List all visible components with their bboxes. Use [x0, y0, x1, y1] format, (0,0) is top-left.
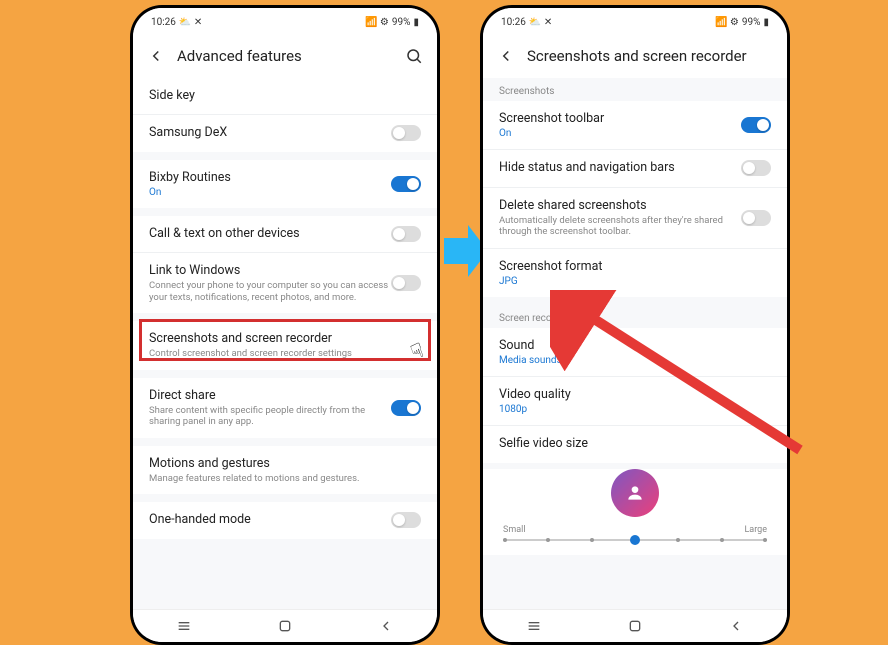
toggle-one-handed[interactable]: [391, 512, 421, 528]
settings-list-right: Screenshots Screenshot toolbarOn Hide st…: [483, 78, 787, 555]
phone-mockup-right: 10:26⛅ ✕ 📶 ⚙ 99%▮ Screenshots and screen…: [480, 5, 790, 645]
nav-recent-icon[interactable]: [176, 618, 192, 634]
toggle-samsung-dex[interactable]: [391, 125, 421, 141]
toggle-screenshot-toolbar[interactable]: [741, 117, 771, 133]
screen-right: 10:26⛅ ✕ 📶 ⚙ 99%▮ Screenshots and screen…: [483, 8, 787, 642]
search-icon[interactable]: [405, 47, 423, 65]
slider-thumb[interactable]: [630, 535, 640, 545]
nav-home-icon[interactable]: [277, 618, 293, 634]
toggle-delete-shared[interactable]: [741, 210, 771, 226]
toggle-call-text[interactable]: [391, 226, 421, 242]
item-link-windows[interactable]: Link to WindowsConnect your phone to you…: [133, 252, 437, 313]
nav-back-icon[interactable]: [378, 618, 394, 634]
statusbar: 10:26⛅ ✕ 📶 ⚙ 99%▮: [483, 8, 787, 34]
nav-back-icon[interactable]: [728, 618, 744, 634]
avatar-preview: [611, 469, 659, 517]
status-battery: 99%: [742, 17, 761, 28]
back-icon[interactable]: [497, 47, 515, 65]
item-delete-shared[interactable]: Delete shared screenshotsAutomatically d…: [483, 187, 787, 248]
toggle-bixby[interactable]: [391, 176, 421, 192]
statusbar: 10:26⛅ ✕ 📶 ⚙ 99%▮: [133, 8, 437, 34]
item-screenshots-recorder[interactable]: Screenshots and screen recorderControl s…: [133, 321, 437, 370]
section-screenshots: Screenshots: [483, 78, 787, 101]
navbar: [483, 609, 787, 642]
item-screenshot-toolbar[interactable]: Screenshot toolbarOn: [483, 101, 787, 149]
selfie-size-slider[interactable]: Small Large: [483, 521, 787, 555]
item-video-quality[interactable]: Video quality1080p: [483, 376, 787, 425]
screen-left: 10:26⛅ ✕ 📶 ⚙ 99%▮ Advanced features Side…: [133, 8, 437, 642]
section-recorder: Screen recorder: [483, 305, 787, 328]
slider-max-label: Large: [744, 525, 767, 535]
toggle-link-windows[interactable]: [391, 275, 421, 291]
settings-list-left: Side key Samsung DeX Bixby RoutinesOn Ca…: [133, 78, 437, 539]
item-bixby-routines[interactable]: Bixby RoutinesOn: [133, 160, 437, 208]
item-side-key[interactable]: Side key: [133, 78, 437, 114]
page-title: Advanced features: [177, 47, 393, 65]
toggle-direct-share[interactable]: [391, 400, 421, 416]
status-time: 10:26: [151, 17, 176, 28]
navbar: [133, 609, 437, 642]
item-sound[interactable]: SoundMedia sounds: [483, 328, 787, 376]
item-call-text[interactable]: Call & text on other devices: [133, 216, 437, 252]
header-left: Advanced features: [133, 34, 437, 78]
toggle-hide-bars[interactable]: [741, 160, 771, 176]
phone-mockup-left: 10:26⛅ ✕ 📶 ⚙ 99%▮ Advanced features Side…: [130, 5, 440, 645]
status-time: 10:26: [501, 17, 526, 28]
item-direct-share[interactable]: Direct shareShare content with specific …: [133, 378, 437, 438]
item-motions-gestures[interactable]: Motions and gesturesManage features rela…: [133, 446, 437, 495]
item-hide-bars[interactable]: Hide status and navigation bars: [483, 149, 787, 186]
status-battery: 99%: [392, 17, 411, 28]
slider-min-label: Small: [503, 525, 526, 535]
page-title: Screenshots and screen recorder: [527, 47, 773, 65]
header-right: Screenshots and screen recorder: [483, 34, 787, 78]
nav-recent-icon[interactable]: [526, 618, 542, 634]
back-icon[interactable]: [147, 47, 165, 65]
item-screenshot-format[interactable]: Screenshot formatJPG: [483, 248, 787, 297]
item-one-handed[interactable]: One-handed mode: [133, 502, 437, 538]
nav-home-icon[interactable]: [627, 618, 643, 634]
item-samsung-dex[interactable]: Samsung DeX: [133, 114, 437, 151]
item-selfie-size[interactable]: Selfie video size: [483, 425, 787, 462]
